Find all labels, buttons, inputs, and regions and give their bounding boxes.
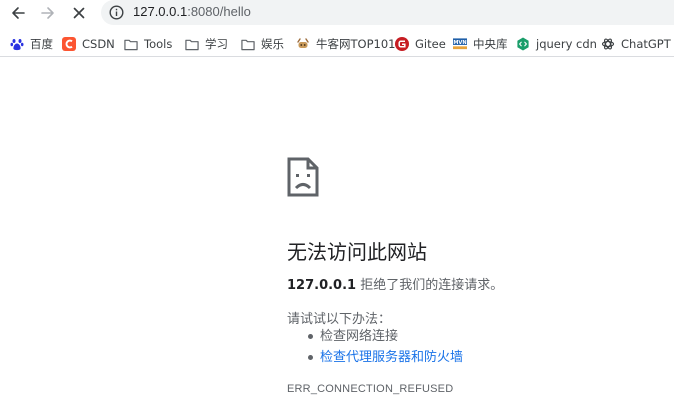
bookmark-label: 牛客网TOP101 <box>316 37 396 51</box>
error-host: 127.0.0.1 <box>287 278 357 293</box>
bookmark-folder-study[interactable]: 学习 <box>185 35 228 53</box>
site-info-icon[interactable] <box>109 5 124 20</box>
csdn-logo-icon <box>62 37 76 51</box>
bookmark-label: 中央库 <box>473 37 508 51</box>
address-bar[interactable]: 127.0.0.1:8080/hello <box>101 0 674 25</box>
suggestion-check-proxy-firewall-link[interactable]: 检查代理服务器和防火墙 <box>320 350 463 365</box>
url-host: 127.0.0.1 <box>133 4 188 19</box>
error-code: ERR_CONNECTION_REFUSED <box>287 383 454 395</box>
suggestions-list: 检查网络连接 检查代理服务器和防火墙 <box>287 328 463 370</box>
gitee-logo-icon <box>395 37 409 51</box>
suggestion-item: 检查网络连接 <box>287 328 463 349</box>
arrow-left-icon <box>12 7 25 19</box>
bookmark-baidu[interactable]: 百度 <box>10 35 53 53</box>
bookmark-csdn[interactable]: CSDN <box>62 35 115 53</box>
browser-toolbar: 127.0.0.1:8080/hello <box>0 0 674 26</box>
error-summary: 127.0.0.1 拒绝了我们的连接请求。 <box>287 274 503 293</box>
forward-button[interactable] <box>36 1 60 25</box>
bookmark-label: jquery cdn <box>536 37 597 51</box>
bookmark-jquery-cdn[interactable]: jquery cdn <box>516 35 597 53</box>
error-title: 无法访问此网站 <box>287 240 427 264</box>
bookmark-chatgpt[interactable]: ChatGPT <box>601 35 671 53</box>
maven-logo-icon: MVN <box>453 37 467 51</box>
chatgpt-logo-icon <box>601 37 615 51</box>
bookmark-maven-central[interactable]: MVN 中央库 <box>453 35 508 53</box>
bookmark-nowcoder[interactable]: 牛客网TOP101 <box>296 35 395 53</box>
folder-icon <box>124 37 138 51</box>
folder-icon <box>241 37 255 51</box>
bookmark-label: Gitee <box>415 37 446 51</box>
suggestion-check-network: 检查网络连接 <box>320 329 399 344</box>
url-path: :8080/hello <box>187 4 251 19</box>
bookmark-folder-entertainment[interactable]: 娱乐 <box>241 35 284 53</box>
bookmark-label: 百度 <box>30 37 53 51</box>
bookmark-label: Tools <box>144 37 173 51</box>
bookmark-gitee[interactable]: Gitee <box>395 35 446 53</box>
nowcoder-icon <box>296 37 310 51</box>
url-text[interactable]: 127.0.0.1:8080/hello <box>133 4 251 19</box>
svg-text:MVN: MVN <box>453 40 466 46</box>
bookmark-label: 娱乐 <box>261 37 284 51</box>
suggestion-item: 检查代理服务器和防火墙 <box>287 349 463 370</box>
bookmark-label: 学习 <box>205 37 228 51</box>
bookmark-folder-tools[interactable]: Tools <box>124 35 172 53</box>
close-icon <box>73 7 85 19</box>
sad-page-icon <box>287 157 319 197</box>
baidu-paw-icon <box>10 37 24 51</box>
back-button[interactable] <box>6 1 30 25</box>
arrow-right-icon <box>41 7 54 19</box>
suggestions-intro: 请试试以下办法： <box>287 312 392 327</box>
stop-button[interactable] <box>67 1 91 25</box>
bookmarks-bar: 百度 CSDN Tools 学习 娱乐 牛客网TOP101 Gitee MVN … <box>0 30 674 57</box>
bookmark-label: CSDN <box>82 37 115 51</box>
folder-icon <box>185 37 199 51</box>
jquery-cdn-icon <box>516 37 530 51</box>
error-summary-text: 拒绝了我们的连接请求。 <box>356 278 504 293</box>
bookmark-label: ChatGPT <box>621 37 671 51</box>
